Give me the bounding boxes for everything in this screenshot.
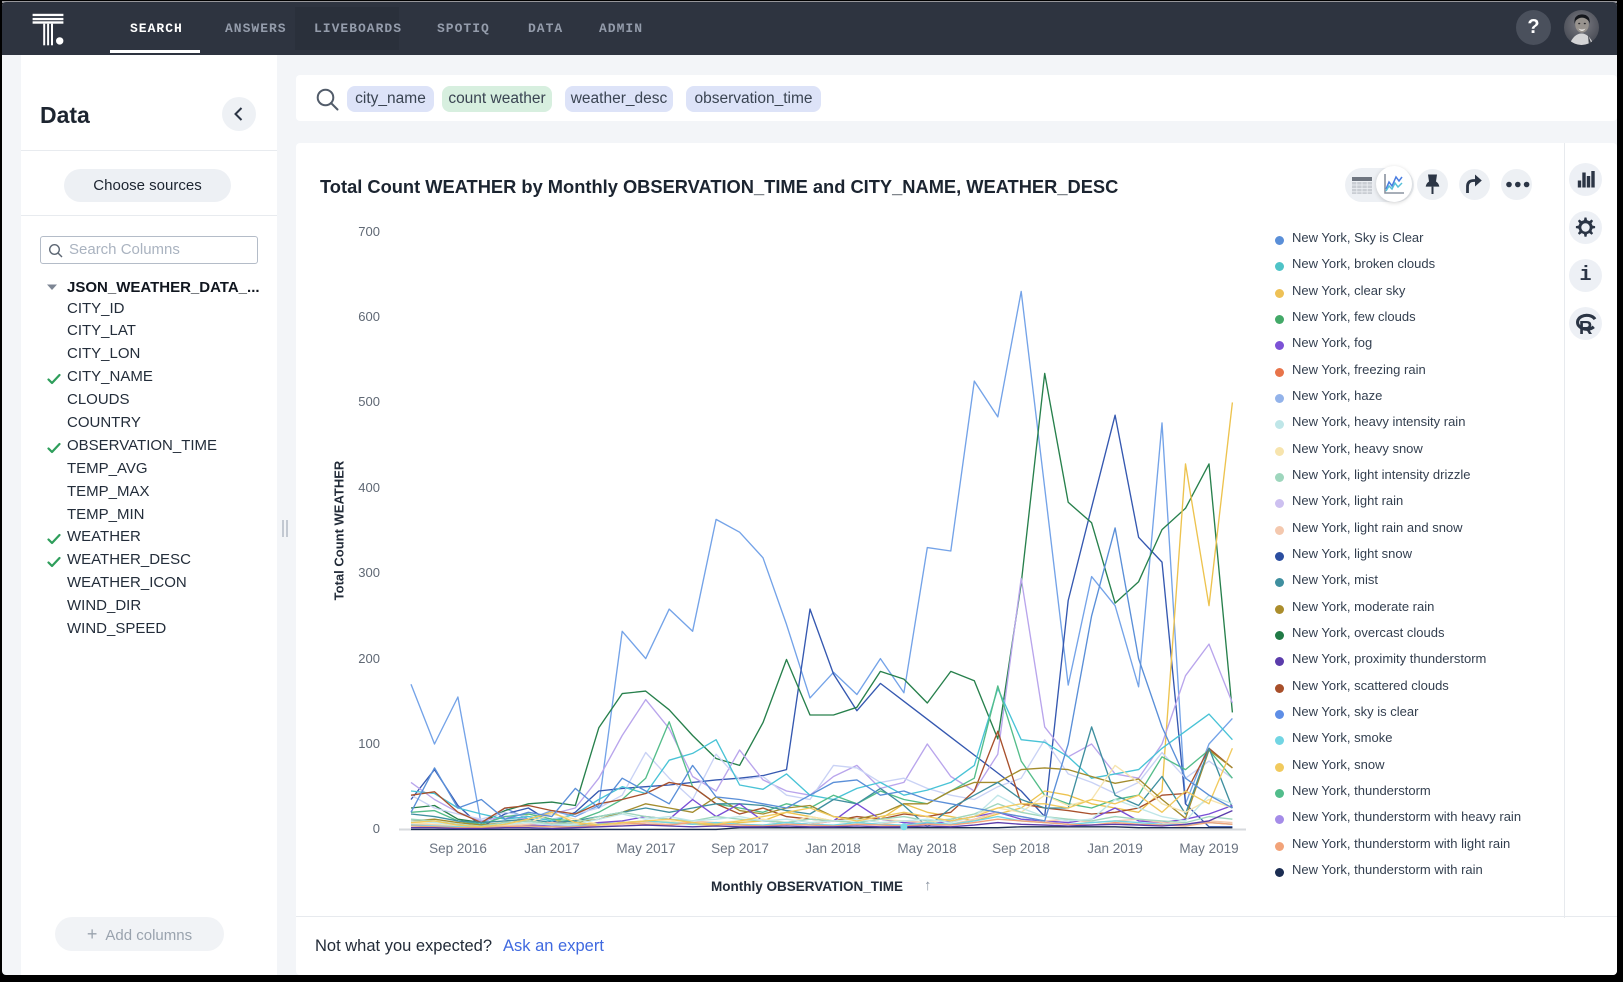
svg-text:R: R (1579, 317, 1592, 338)
